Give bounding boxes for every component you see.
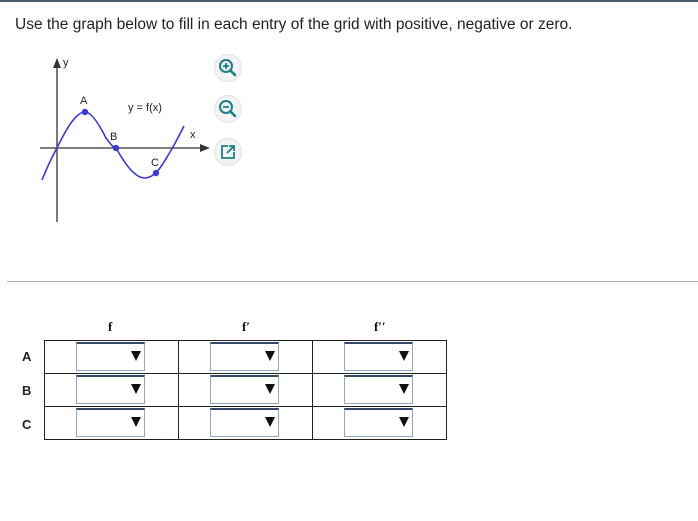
function-graph: y x A B C y = f(x) bbox=[30, 50, 215, 225]
instructions-text: Use the graph below to fill in each entr… bbox=[15, 16, 573, 33]
y-axis-arrow bbox=[53, 58, 61, 68]
select-c-f[interactable] bbox=[76, 408, 145, 437]
dropdown-arrow-icon bbox=[265, 417, 275, 427]
zoom-in-icon bbox=[219, 59, 237, 77]
select-a-f[interactable] bbox=[76, 342, 145, 371]
external-link-icon bbox=[221, 145, 235, 159]
grid-row-c bbox=[44, 406, 447, 440]
dropdown-arrow-icon bbox=[265, 351, 275, 361]
row-label-b: B bbox=[22, 383, 32, 398]
dropdown-arrow-icon bbox=[131, 384, 141, 394]
dropdown-arrow-icon bbox=[131, 417, 141, 427]
column-header-f-double-prime: f′′ bbox=[374, 319, 386, 334]
point-c-label: C bbox=[151, 157, 159, 169]
zoom-out-button[interactable] bbox=[214, 95, 242, 123]
select-b-f-double-prime[interactable] bbox=[344, 375, 413, 404]
dropdown-arrow-icon bbox=[399, 417, 409, 427]
select-a-f-double-prime[interactable] bbox=[344, 342, 413, 371]
point-c bbox=[152, 169, 160, 177]
dropdown-arrow-icon bbox=[265, 384, 275, 394]
function-label: y = f(x) bbox=[128, 102, 162, 114]
dropdown-arrow-icon bbox=[399, 384, 409, 394]
x-axis-label: x bbox=[190, 129, 196, 141]
point-b bbox=[112, 144, 120, 152]
popout-button[interactable] bbox=[214, 138, 242, 166]
select-a-f-prime[interactable] bbox=[210, 342, 279, 371]
select-b-f[interactable] bbox=[76, 375, 145, 404]
x-axis-arrow bbox=[200, 144, 210, 152]
row-label-a: A bbox=[22, 349, 32, 364]
zoom-in-button[interactable] bbox=[214, 54, 242, 82]
dropdown-arrow-icon bbox=[399, 351, 409, 361]
select-b-f-prime[interactable] bbox=[210, 375, 279, 404]
section-divider bbox=[7, 281, 698, 282]
y-axis-label: y bbox=[63, 57, 69, 69]
select-c-f-double-prime[interactable] bbox=[344, 408, 413, 437]
dropdown-arrow-icon bbox=[131, 351, 141, 361]
function-curve bbox=[41, 111, 185, 181]
zoom-out-icon bbox=[219, 100, 237, 118]
column-header-f: f bbox=[108, 319, 113, 334]
grid-row-b bbox=[44, 373, 447, 407]
grid-row-a bbox=[44, 340, 447, 374]
top-border bbox=[0, 0, 698, 2]
point-a-label: A bbox=[80, 95, 88, 107]
select-c-f-prime[interactable] bbox=[210, 408, 279, 437]
answer-grid bbox=[44, 340, 447, 440]
row-label-c: C bbox=[22, 417, 32, 432]
point-b-label: B bbox=[110, 131, 117, 143]
column-header-f-prime: f′ bbox=[242, 319, 250, 334]
point-a bbox=[81, 108, 89, 116]
